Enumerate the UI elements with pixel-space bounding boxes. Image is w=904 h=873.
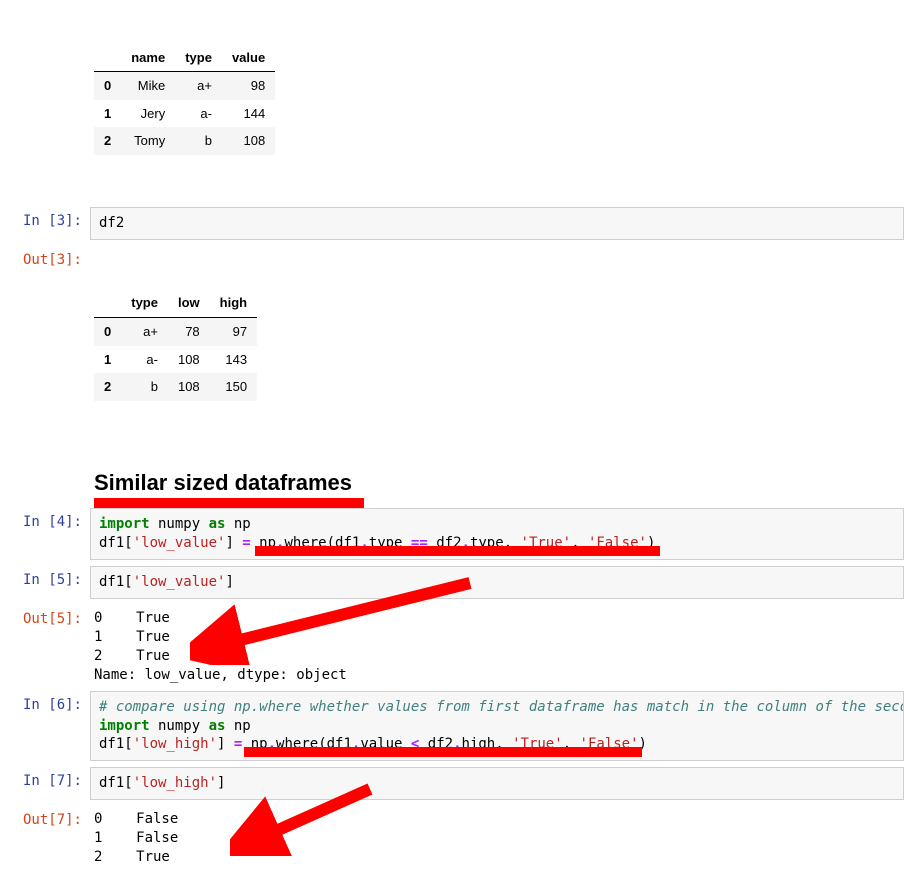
df2-output: type low high 0a+7897 1a-108143 2b108150	[90, 246, 904, 447]
table-row: 1a-108143	[94, 346, 257, 374]
df2-table: type low high 0a+7897 1a-108143 2b108150	[94, 289, 257, 400]
df2-h-idx	[94, 289, 121, 317]
in-prompt-4: In [4]:	[0, 508, 90, 530]
code-cell-3[interactable]: df2	[90, 207, 904, 240]
output-7: 0 False 1 False 2 True	[90, 806, 904, 867]
df1-h-type: type	[175, 44, 222, 72]
df2-h-low: low	[168, 289, 210, 317]
table-row: 0Mikea+98	[94, 72, 275, 100]
table-row: 2Tomyb108	[94, 127, 275, 155]
in-prompt-5: In [5]:	[0, 566, 90, 588]
df1-table: name type value 0Mikea+98 1Jerya-144 2To…	[94, 44, 275, 155]
out-prompt-7: Out[7]:	[0, 806, 90, 828]
annotation-arrow-icon	[190, 575, 480, 665]
code-cell-7[interactable]: df1['low_high']	[90, 767, 904, 800]
in-prompt-7: In [7]:	[0, 767, 90, 789]
out-prompt-prev	[0, 0, 90, 6]
df1-h-idx	[94, 44, 121, 72]
annotation-underline-icon	[94, 498, 364, 508]
out-prompt-3: Out[3]:	[0, 246, 90, 268]
in-prompt-6: In [6]:	[0, 691, 90, 713]
table-row: 2b108150	[94, 373, 257, 401]
table-row: 1Jerya-144	[94, 100, 275, 128]
df1-output: name type value 0Mikea+98 1Jerya-144 2To…	[90, 0, 904, 201]
df1-h-name: name	[121, 44, 175, 72]
out-prompt-5: Out[5]:	[0, 605, 90, 627]
heading-text: Similar sized dataframes	[94, 470, 904, 496]
df2-h-high: high	[210, 289, 257, 317]
in-prompt-3: In [3]:	[0, 207, 90, 229]
markdown-heading: Similar sized dataframes	[94, 470, 904, 496]
table-row: 0a+7897	[94, 317, 257, 345]
df1-h-value: value	[222, 44, 275, 72]
annotation-underline-icon	[255, 546, 660, 556]
annotation-arrow-icon	[230, 781, 390, 856]
annotation-underline-icon	[244, 747, 642, 757]
df2-h-type: type	[121, 289, 168, 317]
